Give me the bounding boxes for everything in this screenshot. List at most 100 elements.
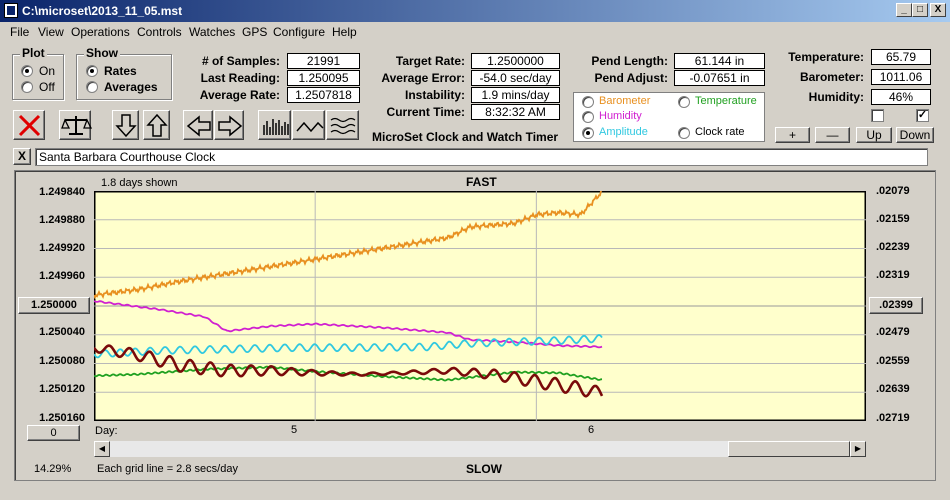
up-button[interactable]: Up bbox=[856, 127, 892, 143]
zoom-percent: 14.29% bbox=[34, 463, 72, 475]
center-rate-button[interactable]: 1.250000 bbox=[18, 297, 90, 314]
legend-amplitude-radio[interactable] bbox=[582, 127, 594, 139]
average-rate-label: Average Rate: bbox=[199, 88, 280, 102]
menu-watches[interactable]: Watches bbox=[189, 25, 235, 39]
left-ytick: 1.249840 bbox=[39, 186, 85, 198]
app-icon[interactable] bbox=[4, 3, 18, 18]
scroll-left-icon[interactable]: ◀ bbox=[94, 441, 110, 457]
app-subtitle: MicroSet Clock and Watch Timer bbox=[372, 130, 559, 144]
legend-temperature-radio[interactable] bbox=[678, 96, 690, 108]
arrow-down-icon bbox=[115, 114, 137, 138]
maximize-button[interactable]: □ bbox=[912, 3, 928, 17]
scrollbar-thumb[interactable] bbox=[728, 441, 850, 457]
wave-graph-button[interactable] bbox=[326, 110, 359, 140]
menu-help[interactable]: Help bbox=[332, 25, 357, 39]
last-reading-label: Last Reading: bbox=[200, 71, 280, 85]
wave-graph-icon bbox=[330, 117, 356, 135]
samples-label: # of Samples: bbox=[201, 54, 280, 68]
clear-clock-button[interactable]: X bbox=[13, 148, 31, 165]
option-checkbox-1[interactable] bbox=[871, 109, 884, 122]
pend-length-value: 61.144 in bbox=[674, 53, 765, 69]
right-ytick: .02079 bbox=[876, 185, 910, 197]
move-down-button[interactable] bbox=[112, 110, 139, 140]
bar-graph-icon bbox=[263, 119, 289, 135]
show-group-title: Show bbox=[84, 46, 120, 60]
menu-gps[interactable]: GPS bbox=[242, 25, 267, 39]
menu-configure[interactable]: Configure bbox=[273, 25, 325, 39]
plot-area[interactable] bbox=[94, 191, 866, 421]
bar-graph-button[interactable] bbox=[258, 110, 291, 140]
x-tick-6: 6 bbox=[588, 424, 595, 436]
menu-view[interactable]: View bbox=[38, 25, 64, 39]
move-right-button[interactable] bbox=[214, 110, 244, 140]
right-ytick: .02319 bbox=[876, 269, 910, 281]
pend-adjust-label: Pend Adjust: bbox=[594, 71, 668, 85]
plot-group-title: Plot bbox=[20, 46, 47, 60]
plus-button[interactable]: + bbox=[775, 127, 810, 143]
show-averages-label: Averages bbox=[104, 80, 158, 94]
plot-on-label: On bbox=[39, 64, 56, 78]
stop-button[interactable] bbox=[13, 110, 45, 140]
average-rate-value: 1.2507818 bbox=[287, 87, 360, 103]
line-graph-icon bbox=[296, 121, 324, 133]
close-x-icon bbox=[18, 114, 41, 137]
barometer-value: 1011.06 bbox=[871, 69, 931, 85]
average-error-label: Average Error: bbox=[381, 71, 465, 85]
x-tick-5: 5 bbox=[291, 424, 298, 436]
option-checkbox-2[interactable]: ✓ bbox=[916, 109, 929, 122]
right-ytick: .02559 bbox=[876, 355, 910, 367]
right-ytick: .02239 bbox=[876, 241, 910, 253]
grid-note: Each grid line = 2.8 secs/day bbox=[97, 463, 238, 475]
window-title: C:\microset\2013_11_05.mst bbox=[22, 4, 183, 18]
balance-button[interactable] bbox=[59, 110, 92, 140]
move-left-button[interactable] bbox=[183, 110, 213, 140]
show-rates-radio[interactable] bbox=[86, 65, 98, 77]
left-ytick: 1.250160 bbox=[39, 412, 85, 424]
balance-scale-icon bbox=[61, 116, 92, 135]
days-shown-label: 1.8 days shown bbox=[101, 177, 178, 189]
show-averages-radio[interactable] bbox=[86, 81, 98, 93]
barometer-label: Barometer: bbox=[799, 70, 864, 84]
instability-label: Instability: bbox=[404, 88, 465, 102]
title-bar: C:\microset\2013_11_05.mst _ □ X bbox=[0, 0, 950, 22]
pend-length-label: Pend Length: bbox=[591, 54, 668, 68]
menu-bar: File View Operations Controls Watches GP… bbox=[0, 22, 950, 42]
legend-clock-rate-radio[interactable] bbox=[678, 127, 690, 139]
arrow-left-icon bbox=[186, 115, 211, 137]
temperature-value: 65.79 bbox=[871, 49, 931, 65]
current-time-label: Current Time: bbox=[386, 105, 465, 119]
right-ytick: .02639 bbox=[876, 383, 910, 395]
left-ytick: 1.250040 bbox=[39, 326, 85, 338]
minimize-button[interactable]: _ bbox=[896, 3, 912, 17]
move-up-button[interactable] bbox=[143, 110, 170, 140]
arrow-right-icon bbox=[218, 115, 243, 137]
legend-amplitude-label: Amplitude bbox=[599, 126, 648, 138]
target-rate-label: Target Rate: bbox=[395, 54, 465, 68]
fast-label: FAST bbox=[466, 175, 497, 189]
down-button[interactable]: Down bbox=[896, 127, 934, 143]
menu-operations[interactable]: Operations bbox=[71, 25, 130, 39]
legend-barometer-label: Barometer bbox=[599, 95, 651, 107]
right-ytick: .02719 bbox=[876, 412, 910, 424]
legend-barometer-radio[interactable] bbox=[582, 96, 594, 108]
clock-name-field[interactable]: Santa Barbara Courthouse Clock bbox=[35, 148, 928, 166]
zero-button[interactable]: 0 bbox=[27, 425, 80, 441]
temperature-label: Temperature: bbox=[788, 50, 864, 64]
menu-file[interactable]: File bbox=[10, 25, 29, 39]
minus-button[interactable]: — bbox=[815, 127, 850, 143]
right-ytick: .02159 bbox=[876, 213, 910, 225]
plot-on-radio[interactable] bbox=[21, 65, 33, 77]
line-graph-button[interactable] bbox=[292, 110, 325, 140]
menu-controls[interactable]: Controls bbox=[137, 25, 182, 39]
target-rate-value: 1.2500000 bbox=[471, 53, 560, 69]
arrow-up-icon bbox=[146, 113, 168, 137]
plot-off-radio[interactable] bbox=[21, 81, 33, 93]
legend-humidity-radio[interactable] bbox=[582, 111, 594, 123]
left-ytick: 1.250080 bbox=[39, 355, 85, 367]
legend-temperature-label: Temperature bbox=[695, 95, 757, 107]
humidity-value: 46% bbox=[871, 89, 931, 105]
scroll-right-icon[interactable]: ▶ bbox=[850, 441, 866, 457]
close-button[interactable]: X bbox=[930, 3, 946, 17]
center-amplitude-button[interactable]: .02399 bbox=[869, 297, 923, 314]
left-ytick: 1.249960 bbox=[39, 270, 85, 282]
